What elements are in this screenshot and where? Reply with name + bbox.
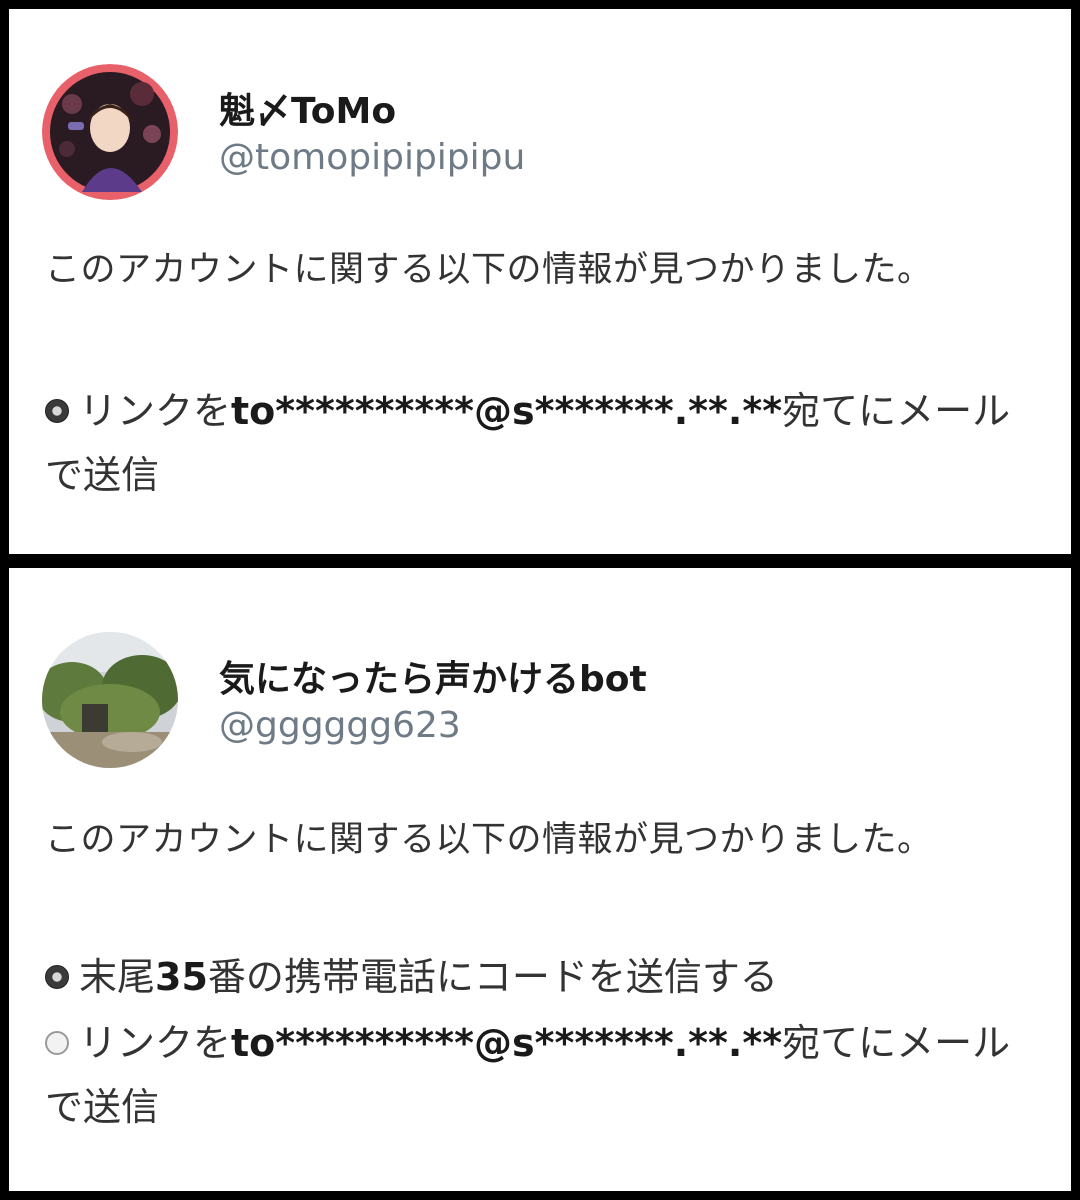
masked-email: to**********@s*******.**.** bbox=[231, 389, 783, 433]
found-info-message: このアカウントに関する以下の情報が見つかりました。 bbox=[45, 820, 933, 860]
display-name: 魁〆ToMo bbox=[219, 91, 397, 132]
radio-selected-icon[interactable] bbox=[45, 964, 69, 989]
masked-email: to**********@s*******.**.** bbox=[231, 1021, 783, 1065]
account-recovery-card: 魁〆ToMo @tomopipipipipu このアカウントに関する以下の情報が… bbox=[9, 9, 1071, 554]
email-link-option[interactable]: リンクをto**********@s*******.**.**宛てにメールで送信 bbox=[45, 1011, 1045, 1139]
radio-unselected-icon[interactable] bbox=[45, 1030, 69, 1055]
username-handle: @tomopipipipipu bbox=[219, 137, 526, 178]
phone-last-digits: 35 bbox=[155, 955, 208, 999]
profile-avatar bbox=[42, 632, 178, 768]
profile-avatar bbox=[42, 64, 178, 200]
username-handle: @gggggg623 bbox=[219, 705, 461, 746]
display-name: 気になったら声かけるbot bbox=[219, 659, 647, 700]
phone-code-option[interactable]: 末尾35番の携帯電話にコードを送信する bbox=[45, 945, 1045, 1009]
email-link-option[interactable]: リンクをto**********@s*******.**.**宛てにメールで送信 bbox=[45, 379, 1045, 507]
radio-selected-icon[interactable] bbox=[45, 398, 69, 423]
account-recovery-card: 気になったら声かけるbot @gggggg623 このアカウントに関する以下の情… bbox=[9, 568, 1071, 1191]
found-info-message: このアカウントに関する以下の情報が見つかりました。 bbox=[45, 250, 933, 290]
